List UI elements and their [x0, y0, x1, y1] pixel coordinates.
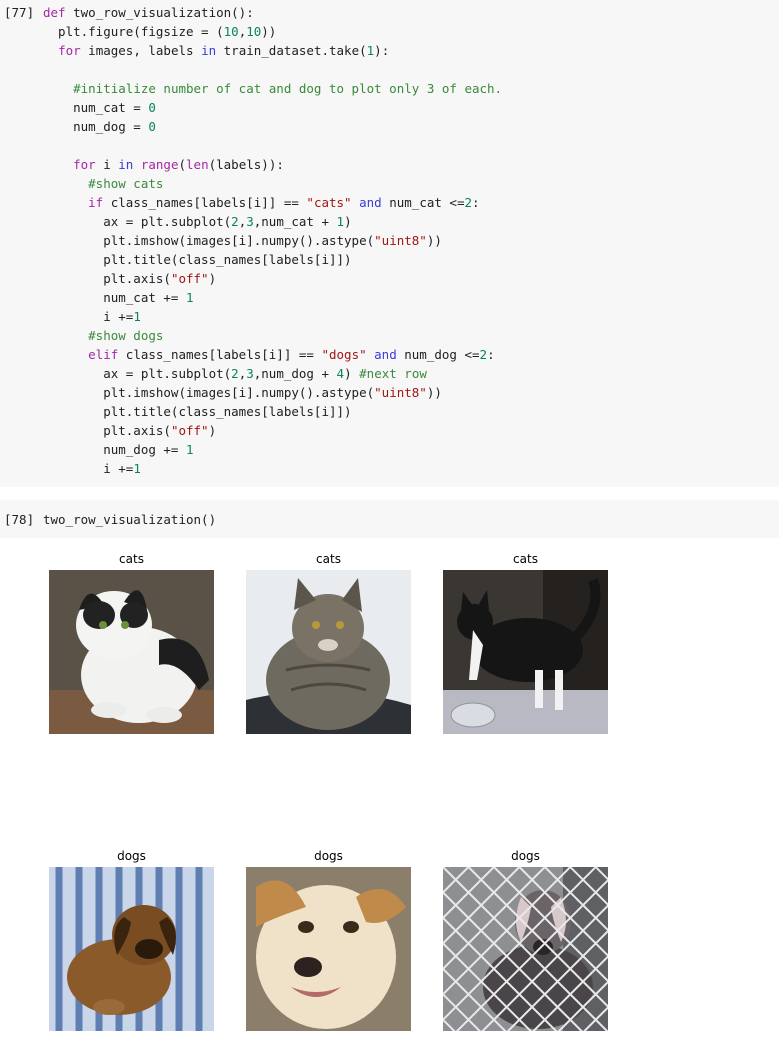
code-line: plt.figure(figsize = (10,10)) [43, 24, 277, 39]
code-line: if class_names[labels[i]] == "cats" and … [88, 195, 480, 210]
subplot-title: dogs [117, 849, 146, 863]
code-editor[interactable]: two_row_visualization() [43, 510, 216, 529]
code-cell-78[interactable]: [78] two_row_visualization() [0, 500, 779, 538]
code-line: elif class_names[labels[i]] == "dogs" an… [88, 347, 495, 362]
code-line: num_cat = 0 [43, 100, 156, 115]
code-line: for i in range(len(labels)): [73, 157, 284, 172]
dog-image-3 [443, 867, 608, 1031]
code-line: #show dogs [88, 328, 164, 343]
code-line: num_dog = 0 [43, 119, 156, 134]
cat-image-2 [246, 570, 411, 734]
cat-image-1 [49, 570, 214, 734]
code-line: plt.imshow(images[i].numpy().astype("uin… [43, 233, 442, 248]
code-line: for images, labels in train_dataset.take… [58, 43, 390, 58]
code-line: plt.title(class_names[labels[i]]) [43, 252, 352, 267]
code-cell-77[interactable]: [77] def two_row_visualization(): plt.fi… [0, 0, 779, 487]
subplot-title: dogs [511, 849, 540, 863]
code-line: ax = plt.subplot(2,3,num_dog + 4) #next … [43, 366, 427, 381]
code-line: num_cat += 1 [43, 290, 194, 305]
code-line: i +=1 [43, 309, 141, 324]
execution-count: [78] [4, 512, 35, 527]
code-line: def two_row_visualization(): [43, 5, 254, 20]
code-line: #show cats [88, 176, 164, 191]
subplot-title: dogs [314, 849, 343, 863]
cat-image-3 [443, 570, 608, 734]
code-editor[interactable]: def two_row_visualization(): plt.figure(… [43, 3, 502, 478]
code-line: i +=1 [43, 461, 141, 476]
subplot-title: cats [119, 552, 144, 566]
code-line: ax = plt.subplot(2,3,num_cat + 1) [43, 214, 352, 229]
code-line: num_dog += 1 [43, 442, 194, 457]
code-line: plt.imshow(images[i].numpy().astype("uin… [43, 385, 442, 400]
dog-image-1 [49, 867, 214, 1031]
code-line: plt.axis("off") [43, 271, 217, 286]
code-line: plt.title(class_names[labels[i]]) [43, 404, 352, 419]
subplot-title: cats [316, 552, 341, 566]
code-line: #initialize number of cat and dog to plo… [73, 81, 503, 96]
execution-count: [77] [4, 5, 35, 20]
subplot-title: cats [513, 552, 538, 566]
dog-image-2 [246, 867, 411, 1031]
code-line: plt.axis("off") [43, 423, 217, 438]
